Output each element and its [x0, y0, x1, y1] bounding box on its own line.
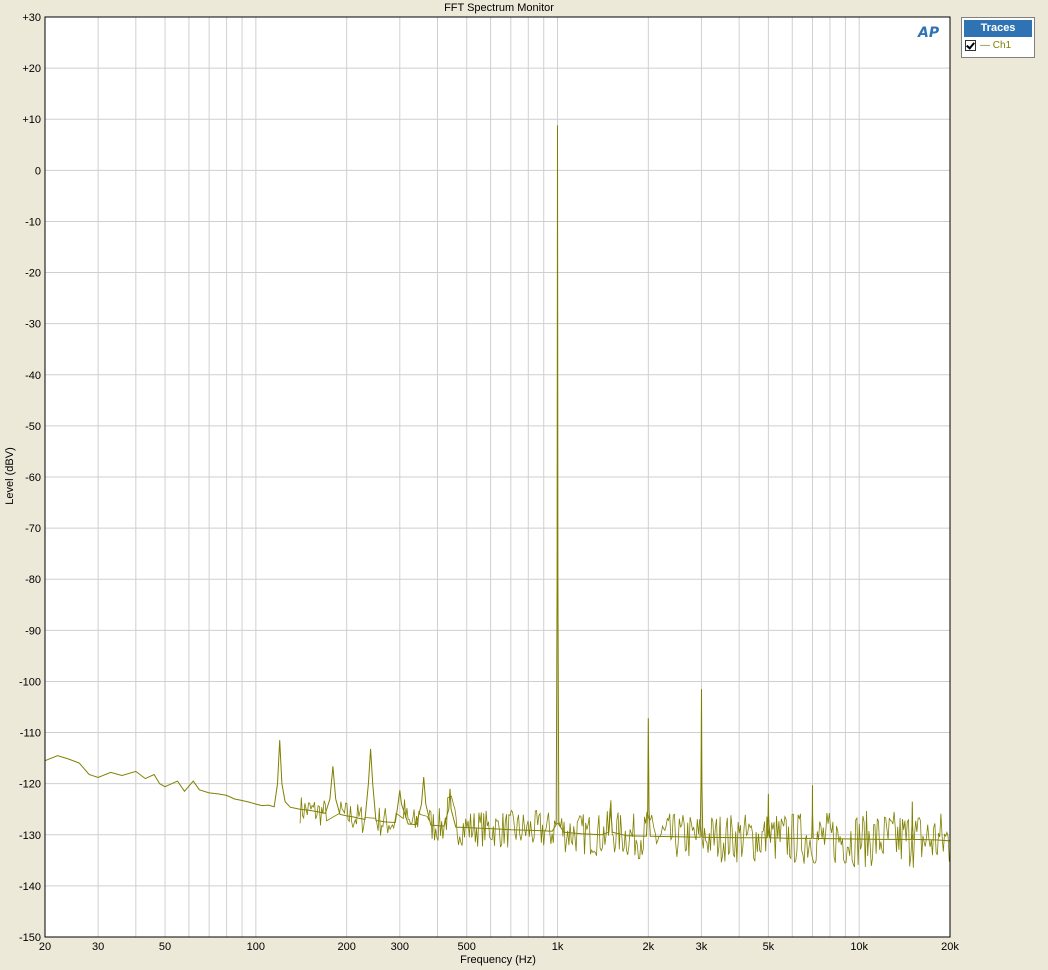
y-tick-label: -70	[25, 523, 41, 535]
y-tick-label: -10	[25, 216, 41, 228]
y-tick-label: -110	[20, 728, 41, 740]
x-tick-label: 10k	[850, 941, 868, 953]
x-tick-label: 1k	[552, 941, 564, 953]
x-tick-label: 2k	[643, 941, 655, 953]
y-tick-label: +10	[22, 114, 41, 126]
y-tick-label: +20	[22, 63, 41, 75]
legend-header: Traces	[964, 20, 1032, 37]
legend-label-ch1: Ch1	[992, 40, 1012, 51]
y-tick-label: 0	[35, 165, 41, 177]
y-axis-label: Level (dBV)	[4, 447, 16, 505]
y-tick-label: -80	[25, 574, 41, 586]
x-tick-label: 3k	[696, 941, 708, 953]
x-tick-label: 20k	[941, 941, 959, 953]
spectrum-plot[interactable]: +30 +20 +10 0 -10 -20 -30 -40 -50 -60 -70 -80 -90 -10…	[0, 0, 1048, 970]
y-tick-label: -40	[25, 370, 41, 382]
y-tick-label: -60	[25, 472, 41, 484]
x-axis-label: Frequency (Hz)	[460, 954, 536, 966]
y-tick-labels: +30 +20 +10 0 -10 -20 -30 -40 -50 -60 -70 -80 -90 -10…	[19, 12, 41, 944]
legend-checkbox-ch1[interactable]	[965, 40, 976, 51]
x-tick-label: 500	[458, 941, 476, 953]
x-tick-label: 50	[159, 941, 171, 953]
x-tick-label: 20	[39, 941, 51, 953]
y-tick-label: -140	[19, 881, 41, 893]
y-tick-label: -30	[25, 319, 41, 331]
y-tick-label: -100	[19, 676, 41, 688]
y-tick-label: -130	[19, 830, 41, 842]
legend-line-icon: —	[980, 40, 993, 51]
y-tick-label: -150	[19, 932, 41, 944]
y-tick-label: -50	[25, 421, 41, 433]
y-tick-label: +30	[22, 12, 41, 24]
y-tick-label: -20	[25, 268, 41, 280]
x-tick-label: 200	[337, 941, 355, 953]
ap-logo: AP	[918, 25, 940, 41]
legend-item-ch1[interactable]: — Ch1	[965, 40, 1034, 51]
x-tick-label: 100	[247, 941, 265, 953]
x-tick-label: 300	[391, 941, 409, 953]
x-tick-labels: 20 30 50 100 200 300 500 1k 2k 3k 5k 10k 20k	[39, 941, 959, 953]
x-tick-label: 30	[92, 941, 104, 953]
y-tick-label: -120	[19, 779, 41, 791]
x-tick-label: 5k	[763, 941, 775, 953]
y-tick-label: -90	[25, 625, 41, 637]
traces-legend: Traces — Ch1	[961, 17, 1035, 58]
